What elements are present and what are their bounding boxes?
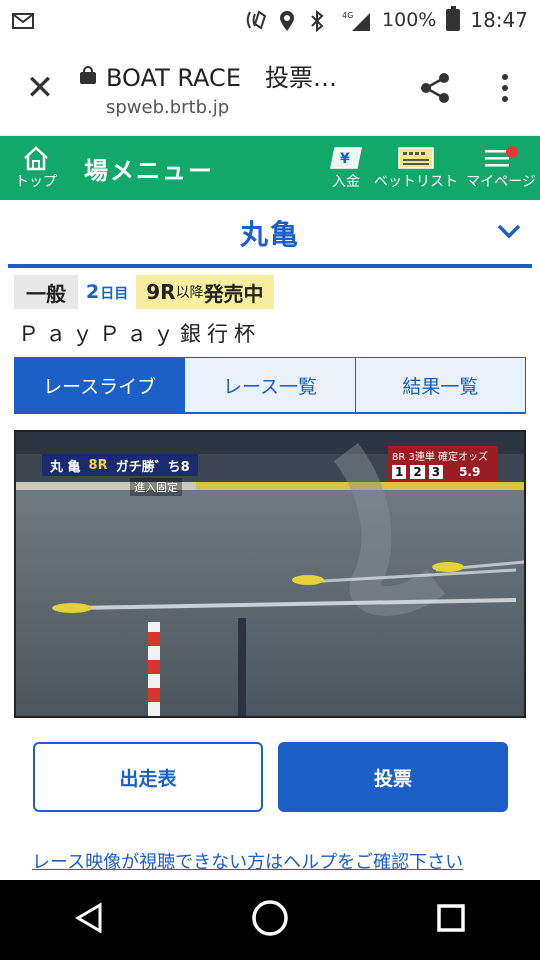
day-number: 2 (86, 281, 100, 303)
lock-icon (80, 66, 96, 84)
url-bar[interactable]: BOAT RACE 投票… spweb.brtb.jp (80, 58, 400, 118)
home-button[interactable]: トップ (0, 145, 72, 191)
back-icon[interactable] (74, 902, 104, 938)
race-title: ＰａｙＰａｙ銀行杯 (18, 322, 261, 346)
overlay-venue: 丸 亀 (50, 459, 81, 475)
mypage-label: マイページ (466, 174, 536, 190)
chevron-down-icon[interactable] (496, 222, 522, 244)
entry-table-button[interactable]: 出走表 (33, 742, 263, 812)
betlist-label: ベットリスト (374, 174, 458, 190)
overlay-entry-fixed: 進入固定 (130, 478, 182, 496)
venue-divider (8, 264, 532, 268)
svg-text:4G: 4G (342, 11, 353, 20)
odds-value: 5.9 (459, 465, 481, 479)
system-nav-bar (0, 880, 540, 960)
deposit-icon: ¥ (329, 145, 363, 171)
odds-second: 2 (410, 465, 425, 479)
vote-button[interactable]: 投票 (278, 742, 508, 812)
nfc-icon (246, 10, 268, 30)
ticket-icon (398, 145, 434, 171)
signal-icon: 4G (342, 10, 372, 31)
page-url: spweb.brtb.jp (106, 96, 230, 118)
video-overlay-title: 丸 亀 8R ガチ勝゛ち8 (42, 454, 198, 476)
sale-race: 9R (146, 280, 176, 304)
tab-race-list[interactable]: レース一覧 (185, 357, 356, 413)
menu-icon (483, 145, 519, 171)
location-icon (278, 10, 300, 31)
more-vert-icon[interactable] (470, 40, 540, 136)
sale-mid: 以降 (175, 285, 204, 301)
close-icon[interactable]: ✕ (0, 40, 80, 136)
venue-selector[interactable]: 丸亀 (0, 200, 540, 266)
race-live-video[interactable]: 丸 亀 8R ガチ勝゛ち8 進入固定 8R 3連単 確定オッズ 1 2 3 5.… (14, 430, 526, 718)
odds-first: 1 (392, 465, 407, 479)
deposit-button[interactable]: ¥ 入金 (322, 145, 370, 191)
overlay-event: ガチ勝゛ち8 (115, 459, 190, 475)
browser-toolbar: ✕ BOAT RACE 投票… spweb.brtb.jp (0, 40, 540, 136)
odds-header: 8R 3連単 確定オッズ (392, 452, 489, 463)
battery-icon (446, 6, 461, 31)
site-header: トップ 場メニュー ¥ 入金 ベットリスト マイページ (0, 136, 540, 200)
race-info: 一般 2 日目 9R 以降 発売中 (14, 274, 274, 310)
sale-status: 発売中 (203, 281, 264, 306)
mypage-button[interactable]: マイページ (462, 145, 540, 191)
betlist-button[interactable]: ベットリスト (370, 145, 462, 191)
day-unit: 日目 (100, 286, 129, 302)
day-label: 2 日目 (86, 281, 128, 303)
odds-overlay: 8R 3連単 確定オッズ 1 2 3 5.9 (388, 446, 498, 481)
grade-badge: 一般 (14, 275, 78, 309)
sale-status-badge: 9R 以降 発売中 (136, 275, 274, 309)
svg-text:¥: ¥ (340, 151, 350, 167)
race-tabs: レースライブ レース一覧 結果一覧 (14, 357, 526, 413)
tab-race-live[interactable]: レースライブ (14, 357, 186, 413)
battery-percent: 100% (382, 9, 437, 31)
home-label: トップ (15, 174, 57, 190)
clock: 18:47 (470, 8, 528, 32)
odds-third: 3 (428, 465, 444, 479)
overlay-race: 8R (88, 457, 108, 473)
deposit-label: 入金 (332, 174, 360, 190)
page-title: BOAT RACE 投票… (106, 63, 337, 92)
home-icon (22, 145, 50, 171)
tabs-divider (14, 412, 526, 414)
recents-icon[interactable] (436, 903, 466, 937)
status-bar: 4G 4G 100% 18:47 (0, 0, 540, 40)
tab-results[interactable]: 結果一覧 (355, 357, 526, 413)
venue-name: 丸亀 (239, 218, 300, 251)
home-circle-icon[interactable] (251, 899, 289, 941)
bluetooth-icon (310, 9, 332, 33)
mail-icon (12, 10, 34, 30)
menu-title: 場メニュー (84, 156, 214, 185)
share-icon[interactable] (400, 40, 470, 136)
help-link[interactable]: レース映像が視聴できない方はヘルプをご確認下さい (32, 848, 463, 874)
